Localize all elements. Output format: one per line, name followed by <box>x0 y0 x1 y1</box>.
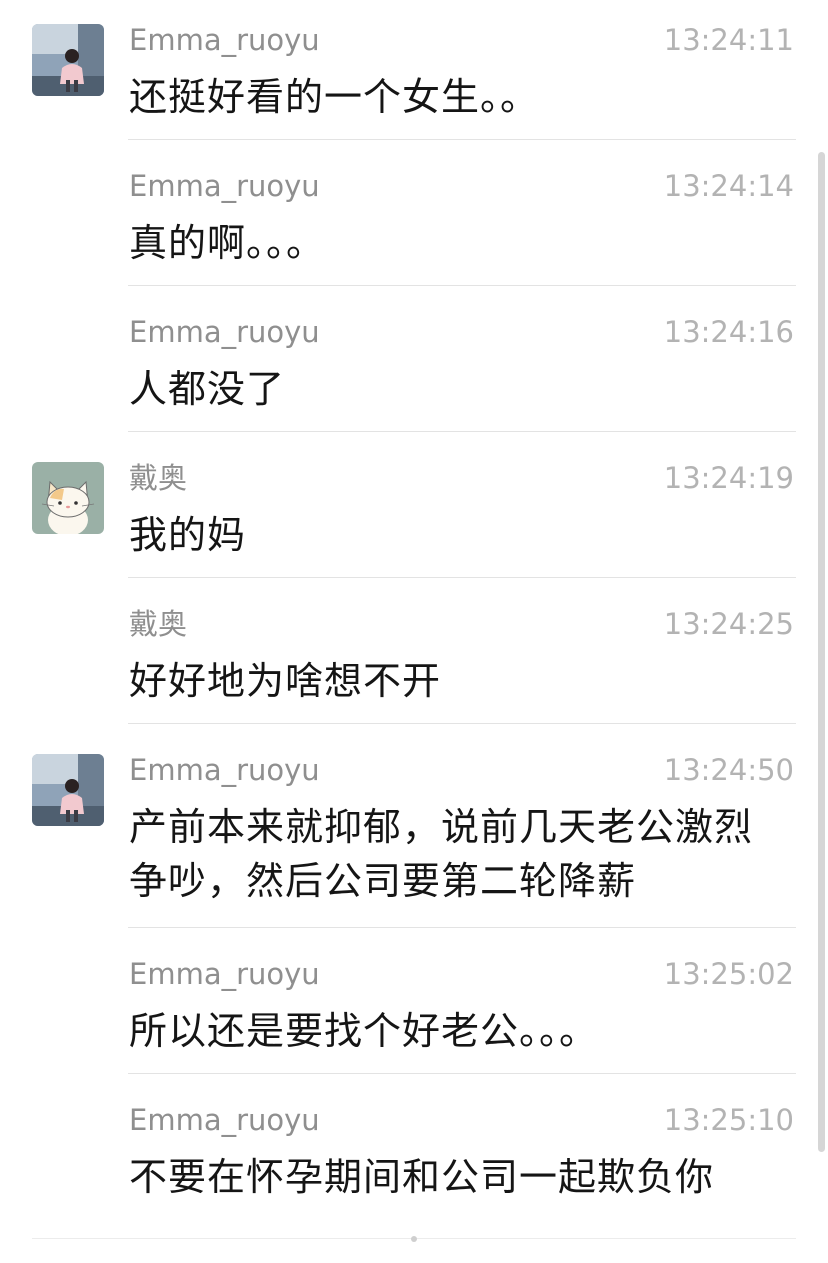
sender-name: Emma_ruoyu <box>129 1103 320 1137</box>
message-timestamp: 13:24:25 <box>663 607 794 641</box>
photo-avatar-icon <box>32 24 104 96</box>
divider <box>128 927 796 928</box>
message-text: 好好地为啥想不开 <box>129 659 442 703</box>
divider <box>128 285 796 286</box>
message-timestamp: 13:24:50 <box>663 753 794 787</box>
scrollbar[interactable] <box>818 152 825 1152</box>
page-indicator-dot <box>411 1236 417 1242</box>
message-timestamp: 13:25:02 <box>663 957 794 991</box>
chat-message-list[interactable]: Emma_ruoyu 13:24:11 还挺好看的一个女生。。 Emma_ruo… <box>0 0 828 1263</box>
photo-avatar-icon <box>32 754 104 826</box>
divider <box>128 1073 796 1074</box>
message-text: 不要在怀孕期间和公司一起欺负你 <box>129 1155 715 1199</box>
message-timestamp: 13:24:11 <box>663 23 794 57</box>
avatar[interactable] <box>32 24 104 96</box>
chat-message[interactable]: 戴奥 13:24:19 我的妈 <box>0 438 828 578</box>
message-text: 还挺好看的一个女生。。 <box>129 75 540 119</box>
sender-name: Emma_ruoyu <box>129 169 320 203</box>
message-timestamp: 13:24:16 <box>663 315 794 349</box>
sender-name: Emma_ruoyu <box>129 315 320 349</box>
message-text: 产前本来就抑郁，说前几天老公激烈争吵，然后公司要第二轮降薪 <box>129 805 754 903</box>
sender-name: 戴奥 <box>129 461 188 495</box>
divider <box>128 723 796 724</box>
avatar[interactable] <box>32 462 104 534</box>
avatar[interactable] <box>32 754 104 826</box>
chat-message[interactable]: Emma_ruoyu 13:24:14 真的啊。。。 <box>0 146 828 286</box>
message-timestamp: 13:24:19 <box>663 461 794 495</box>
divider <box>128 577 796 578</box>
chat-message[interactable]: 戴奥 13:24:25 好好地为啥想不开 <box>0 584 828 724</box>
sender-name: Emma_ruoyu <box>129 23 320 57</box>
message-timestamp: 13:24:14 <box>663 169 794 203</box>
sender-name: 戴奥 <box>129 607 188 641</box>
message-text: 真的啊。。。 <box>129 221 326 265</box>
sender-name: Emma_ruoyu <box>129 753 320 787</box>
message-text: 所以还是要找个好老公。。。 <box>129 1009 599 1053</box>
message-text: 我的妈 <box>129 513 247 557</box>
message-timestamp: 13:25:10 <box>663 1103 794 1137</box>
cat-avatar-icon <box>32 462 104 534</box>
chat-message[interactable]: Emma_ruoyu 13:25:10 不要在怀孕期间和公司一起欺负你 <box>0 1080 828 1220</box>
divider <box>128 431 796 432</box>
chat-message[interactable]: Emma_ruoyu 13:24:16 人都没了 <box>0 292 828 432</box>
chat-message[interactable]: Emma_ruoyu 13:24:11 还挺好看的一个女生。。 <box>0 0 828 140</box>
chat-message[interactable]: Emma_ruoyu 13:25:02 所以还是要找个好老公。。。 <box>0 934 828 1074</box>
sender-name: Emma_ruoyu <box>129 957 320 991</box>
chat-message[interactable]: Emma_ruoyu 13:24:50 产前本来就抑郁，说前几天老公激烈争吵，然… <box>0 730 828 928</box>
message-text: 人都没了 <box>129 367 286 411</box>
divider <box>128 139 796 140</box>
